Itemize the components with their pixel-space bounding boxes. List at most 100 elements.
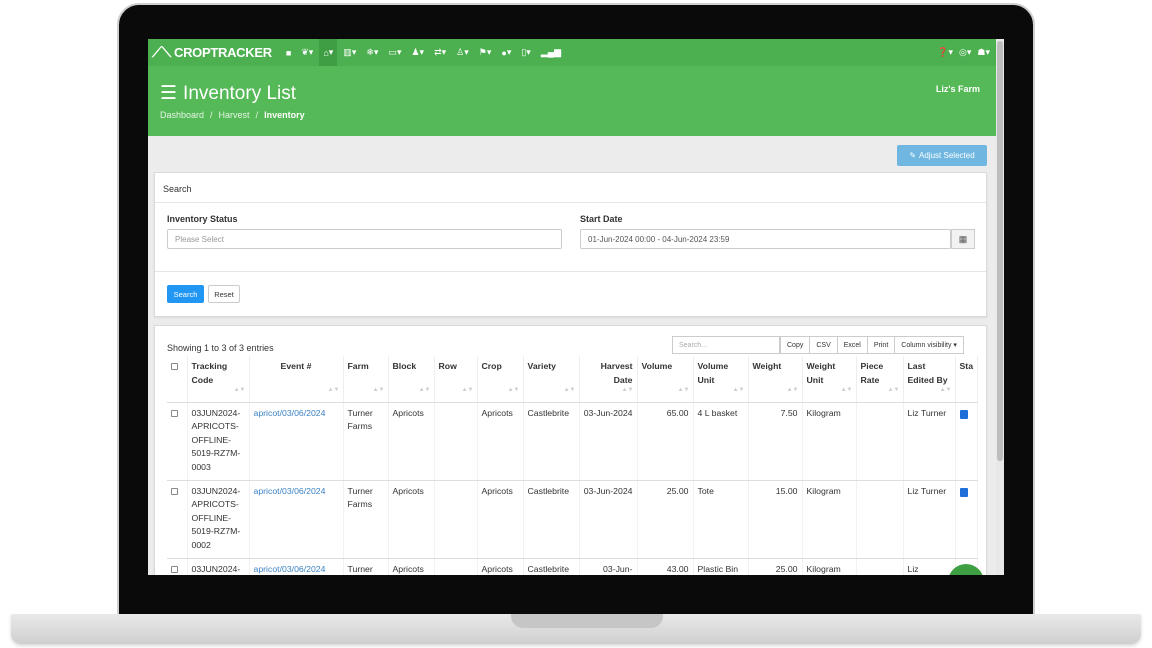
nav-weather-menu[interactable]: ❄ ▾ (362, 39, 382, 66)
col-farm[interactable]: Farm ▲▼ (343, 356, 389, 403)
scrollbar-thumb[interactable] (997, 41, 1003, 461)
nav-vehicle-menu[interactable]: ▭ ▾ (384, 39, 405, 66)
help-icon[interactable]: ❓▾ (937, 47, 953, 58)
event-link[interactable]: apricot/03/06/2024 (254, 486, 326, 496)
col-crop[interactable]: Crop ▲▼ (477, 356, 524, 403)
piece-rate-cell (856, 402, 904, 481)
col-piece-rate[interactable]: Piece Rate ▲▼ (856, 356, 904, 403)
row-checkbox[interactable] (171, 409, 178, 417)
column-visibility-button[interactable]: Column visibility ▾ (894, 336, 964, 354)
select-all-checkbox-cell[interactable] (167, 356, 188, 403)
adjust-selected-button[interactable]: ✎ Adjust Selected (897, 145, 987, 166)
csv-button[interactable]: CSV (809, 336, 838, 354)
nav-reports-menu[interactable]: ▂▄▆ (537, 39, 565, 66)
col-status[interactable]: Sta (955, 356, 979, 403)
sort-icon: ▲▼ (840, 387, 853, 393)
col-last-edited-by[interactable]: Last Edited By ▲▼ (903, 356, 956, 403)
sort-icon: ▲▼ (233, 387, 246, 393)
app-screen: ⟋⟍ CROPTRACKER ■ ❦ ▾ ⌂ ▾ ▥ ▾ ❄ ▾ ▭ ▾ ♟ ▾… (148, 39, 1004, 575)
volume-unit-cell: Tote (693, 480, 749, 559)
inventory-status-label: Inventory Status (167, 214, 238, 224)
col-harvest-date[interactable]: Harvest Date ▲▼ (579, 356, 638, 403)
farm-cell: Turner (343, 558, 389, 575)
nav-leaf-menu[interactable]: ❦ ▾ (297, 39, 317, 66)
status-badge[interactable] (959, 409, 968, 419)
volume-cell: 25.00 (637, 480, 694, 559)
col-row[interactable]: Row ▲▼ (434, 356, 478, 403)
excel-button[interactable]: Excel (836, 336, 868, 354)
inventory-status-select[interactable]: Please Select (167, 229, 562, 249)
chevron-down-icon: ▾ (351, 47, 357, 57)
sort-icon: ▲▼ (327, 387, 340, 393)
row-checkbox-cell[interactable] (167, 558, 188, 575)
search-panel: Search Inventory Status Please Select St… (154, 172, 987, 317)
breadcrumb-inventory: Inventory (264, 110, 305, 120)
event-cell: apricot/03/06/2024 (249, 558, 344, 575)
col-weight[interactable]: Weight ▲▼ (748, 356, 803, 403)
nav-flag-menu[interactable]: ⚑ ▾ (475, 39, 496, 66)
chevron-down-icon: ▾ (373, 47, 379, 57)
col-tracking-code[interactable]: Tracking Code ▲▼ (187, 356, 250, 403)
sort-icon: ▲▼ (732, 387, 745, 393)
nav-transfer-menu[interactable]: ⇄ ▾ (430, 39, 450, 66)
crop-cell: Apricots (477, 558, 524, 575)
select-all-checkbox[interactable] (171, 363, 178, 370)
table-search-input[interactable]: Search... (672, 336, 780, 354)
nav-bulb-menu[interactable]: ● ▾ (497, 39, 515, 66)
nav-buildings-menu[interactable]: ▥ ▾ (339, 39, 360, 66)
start-date-input[interactable]: 01-Jun-2024 00:00 - 04-Jun-2024 23:59 (580, 229, 951, 249)
support-headset-icon[interactable]: ◎▾ (959, 47, 971, 58)
divider (155, 271, 986, 272)
block-cell: Apricots (388, 480, 435, 559)
breadcrumb: Dashboard / Harvest / Inventory (160, 110, 305, 120)
weight-cell: 7.50 (748, 402, 803, 481)
chevron-down-icon: ▾ (396, 47, 402, 57)
event-link[interactable]: apricot/03/06/2024 (254, 408, 326, 418)
chevron-down-icon: ▾ (486, 47, 492, 57)
nav-right: ❓▾ ◎▾ ☗▾ (937, 47, 996, 58)
breadcrumb-dashboard[interactable]: Dashboard (160, 110, 204, 120)
page-scrollbar[interactable] (996, 39, 1004, 575)
volume-cell: 65.00 (637, 402, 694, 481)
variety-cell: Castlebrite (523, 480, 580, 559)
account-icon[interactable]: ☗▾ (977, 47, 990, 58)
calendar-icon[interactable]: ▦ (951, 229, 975, 249)
breadcrumb-harvest[interactable]: Harvest (219, 110, 250, 120)
col-block[interactable]: Block ▲▼ (388, 356, 435, 403)
nav-harvest-menu[interactable]: ⌂ ▾ (319, 39, 338, 66)
table-header-row: Tracking Code ▲▼ Event # ▲▼ Farm ▲▼ Block ▲▼… (167, 356, 979, 403)
copy-button[interactable]: Copy (780, 336, 811, 354)
event-link[interactable]: apricot/03/06/2024 (254, 564, 326, 574)
sort-icon: ▲▼ (563, 387, 576, 393)
nav-person-menu[interactable]: ♙ ▾ (452, 39, 473, 66)
row-checkbox-cell[interactable] (167, 402, 188, 481)
row-checkbox-cell[interactable] (167, 480, 188, 559)
nav-users-menu[interactable]: ♟ ▾ (407, 39, 428, 66)
row-checkbox[interactable] (171, 565, 178, 573)
col-variety[interactable]: Variety ▲▼ (523, 356, 580, 403)
inventory-table-panel: Showing 1 to 3 of 3 entries Search... Co… (154, 325, 987, 575)
weight-cell: 15.00 (748, 480, 803, 559)
row-checkbox[interactable] (171, 487, 178, 495)
table-row[interactable]: 03JUN2024-APRICOTS-OFFLINE-5019-RZ7M-000… (167, 402, 979, 481)
print-button[interactable]: Print (866, 336, 896, 354)
table-row[interactable]: 03JUN2024- apricot/03/06/2024 Turner Apr… (167, 558, 979, 575)
bookmark-icon[interactable]: ■ (282, 39, 295, 66)
col-volume[interactable]: Volume ▲▼ (637, 356, 694, 403)
col-event[interactable]: Event # ▲▼ (249, 356, 344, 403)
sort-icon: ▲▼ (418, 387, 431, 393)
farm-name[interactable]: Liz's Farm (936, 84, 980, 94)
app-logo[interactable]: ⟋⟍ CROPTRACKER (148, 44, 272, 61)
reset-button[interactable]: Reset (208, 285, 240, 303)
chevron-down-icon: ▾ (441, 47, 447, 57)
col-weight-unit[interactable]: Weight Unit ▲▼ (802, 356, 857, 403)
col-volume-unit[interactable]: Volume Unit ▲▼ (693, 356, 749, 403)
search-button[interactable]: Search (167, 285, 204, 303)
export-buttons: Copy CSV Excel Print Column visibility ▾ (780, 336, 964, 354)
event-cell: apricot/03/06/2024 (249, 480, 344, 559)
nav-mobile-menu[interactable]: ▯ ▾ (517, 39, 534, 66)
piece-rate-cell (856, 558, 904, 575)
status-badge[interactable] (959, 487, 968, 497)
table-row[interactable]: 03JUN2024-APRICOTS-OFFLINE-5019-RZ7M-000… (167, 480, 979, 559)
tracking-code-cell: 03JUN2024-APRICOTS-OFFLINE-5019-RZ7M-000… (187, 402, 250, 481)
